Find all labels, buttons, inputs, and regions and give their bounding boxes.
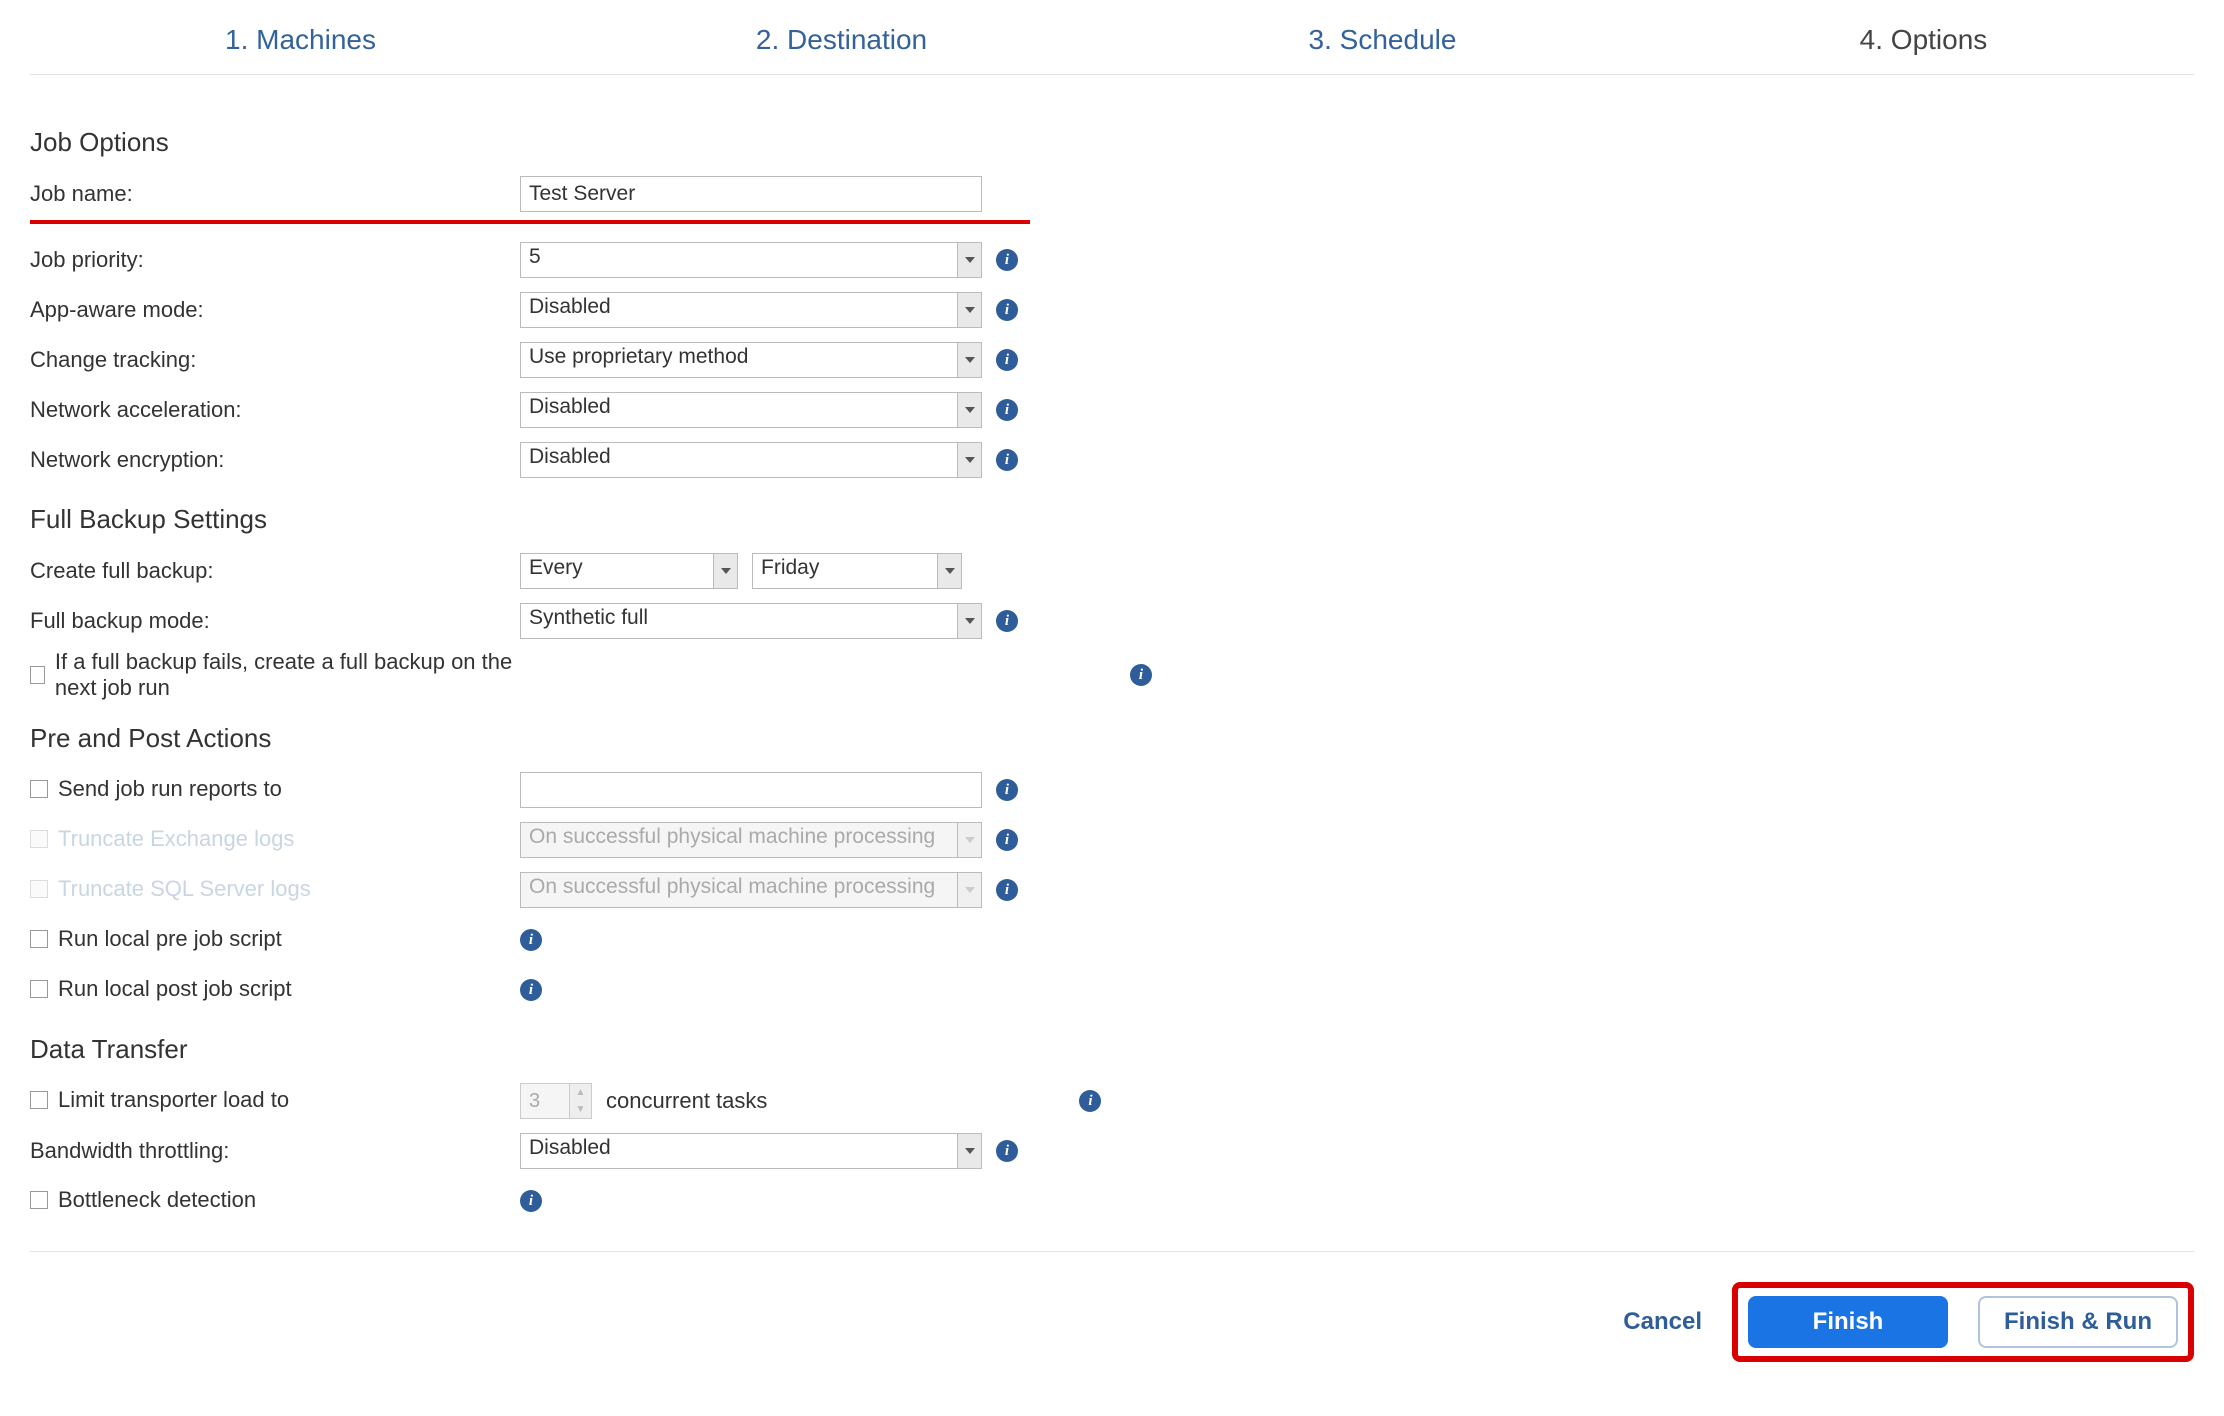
select-full-backup-mode[interactable]: Synthetic full: [520, 603, 982, 639]
select-change-tracking[interactable]: Use proprietary method: [520, 342, 982, 378]
info-icon[interactable]: i: [996, 779, 1018, 801]
label-change-tracking: Change tracking:: [30, 347, 520, 373]
select-net-enc[interactable]: Disabled: [520, 442, 982, 478]
checkbox-limit-transporter[interactable]: Limit transporter load to: [30, 1087, 289, 1113]
tab-destination[interactable]: 2. Destination: [571, 14, 1112, 74]
info-icon[interactable]: i: [1079, 1090, 1101, 1112]
section-pre-post: Pre and Post Actions: [30, 723, 2194, 754]
select-job-priority[interactable]: 5: [520, 242, 982, 278]
checkbox-truncate-exchange: Truncate Exchange logs: [30, 826, 294, 852]
checkbox-icon: [30, 780, 48, 798]
chevron-down-icon: [957, 393, 981, 427]
checkbox-send-reports[interactable]: Send job run reports to: [30, 776, 282, 802]
chevron-down-icon: [957, 1134, 981, 1168]
info-icon[interactable]: i: [996, 299, 1018, 321]
highlight-box: Finish Finish & Run: [1732, 1282, 2194, 1362]
checkbox-truncate-sql: Truncate SQL Server logs: [30, 876, 311, 902]
checkbox-pre-script[interactable]: Run local pre job script: [30, 926, 282, 952]
label-bandwidth-throttling: Bandwidth throttling:: [30, 1138, 520, 1164]
label-create-full-backup: Create full backup:: [30, 558, 520, 584]
select-full-backup-freq[interactable]: Every: [520, 553, 738, 589]
checkbox-icon: [30, 1091, 48, 1109]
chevron-down-icon: [957, 823, 981, 857]
select-truncate-exchange: On successful physical machine processin…: [520, 822, 982, 858]
tab-machines[interactable]: 1. Machines: [30, 14, 571, 74]
section-job-options: Job Options: [30, 127, 2194, 158]
tab-options[interactable]: 4. Options: [1653, 14, 2194, 74]
info-icon[interactable]: i: [996, 1140, 1018, 1162]
label-net-accel: Network acceleration:: [30, 397, 520, 423]
info-icon[interactable]: i: [520, 1190, 542, 1212]
chevron-down-icon: [957, 293, 981, 327]
section-full-backup: Full Backup Settings: [30, 504, 2194, 535]
chevron-down-icon: [957, 343, 981, 377]
chevron-down-icon: [957, 604, 981, 638]
info-icon[interactable]: i: [996, 399, 1018, 421]
checkbox-icon: [30, 830, 48, 848]
info-icon[interactable]: i: [996, 879, 1018, 901]
input-transporter-limit: 3 ▲ ▼: [520, 1083, 592, 1119]
chevron-down-icon: [957, 873, 981, 907]
select-full-backup-day[interactable]: Friday: [752, 553, 962, 589]
input-job-name[interactable]: [520, 176, 982, 212]
select-bandwidth-throttling[interactable]: Disabled: [520, 1133, 982, 1169]
select-app-aware[interactable]: Disabled: [520, 292, 982, 328]
checkbox-post-script[interactable]: Run local post job script: [30, 976, 292, 1002]
checkbox-icon: [30, 1191, 48, 1209]
label-net-enc: Network encryption:: [30, 447, 520, 473]
checkbox-icon: [30, 980, 48, 998]
select-truncate-sql: On successful physical machine processin…: [520, 872, 982, 908]
spinner-buttons: ▲ ▼: [569, 1084, 591, 1118]
section-data-transfer: Data Transfer: [30, 1034, 2194, 1065]
label-job-priority: Job priority:: [30, 247, 520, 273]
checkbox-full-backup-retry[interactable]: If a full backup fails, create a full ba…: [30, 649, 520, 701]
checkbox-icon: [30, 930, 48, 948]
select-net-accel[interactable]: Disabled: [520, 392, 982, 428]
info-icon[interactable]: i: [996, 449, 1018, 471]
checkbox-bottleneck[interactable]: Bottleneck detection: [30, 1187, 256, 1213]
info-icon[interactable]: i: [996, 249, 1018, 271]
chevron-down-icon: [937, 554, 961, 588]
info-icon[interactable]: i: [520, 979, 542, 1001]
label-full-backup-mode: Full backup mode:: [30, 608, 520, 634]
finish-run-button[interactable]: Finish & Run: [1978, 1296, 2178, 1348]
cancel-button[interactable]: Cancel: [1623, 1308, 1702, 1336]
chevron-down-icon: [957, 443, 981, 477]
input-send-reports[interactable]: [520, 772, 982, 808]
finish-button[interactable]: Finish: [1748, 1296, 1948, 1348]
chevron-down-icon: [713, 554, 737, 588]
info-icon[interactable]: i: [996, 610, 1018, 632]
label-job-name: Job name:: [30, 181, 520, 207]
info-icon[interactable]: i: [520, 929, 542, 951]
wizard-tabs: 1. Machines 2. Destination 3. Schedule 4…: [30, 0, 2194, 75]
info-icon[interactable]: i: [996, 829, 1018, 851]
label-app-aware: App-aware mode:: [30, 297, 520, 323]
info-icon[interactable]: i: [1130, 664, 1152, 686]
checkbox-icon: [30, 880, 48, 898]
footer: Cancel Finish Finish & Run: [30, 1252, 2194, 1362]
highlight-bar: [30, 220, 1030, 224]
tab-schedule[interactable]: 3. Schedule: [1112, 14, 1653, 74]
info-icon[interactable]: i: [996, 349, 1018, 371]
chevron-down-icon: ▼: [570, 1101, 591, 1118]
chevron-down-icon: [957, 243, 981, 277]
chevron-up-icon: ▲: [570, 1084, 591, 1101]
checkbox-icon: [30, 666, 45, 684]
label-concurrent-tasks: concurrent tasks: [606, 1088, 767, 1114]
